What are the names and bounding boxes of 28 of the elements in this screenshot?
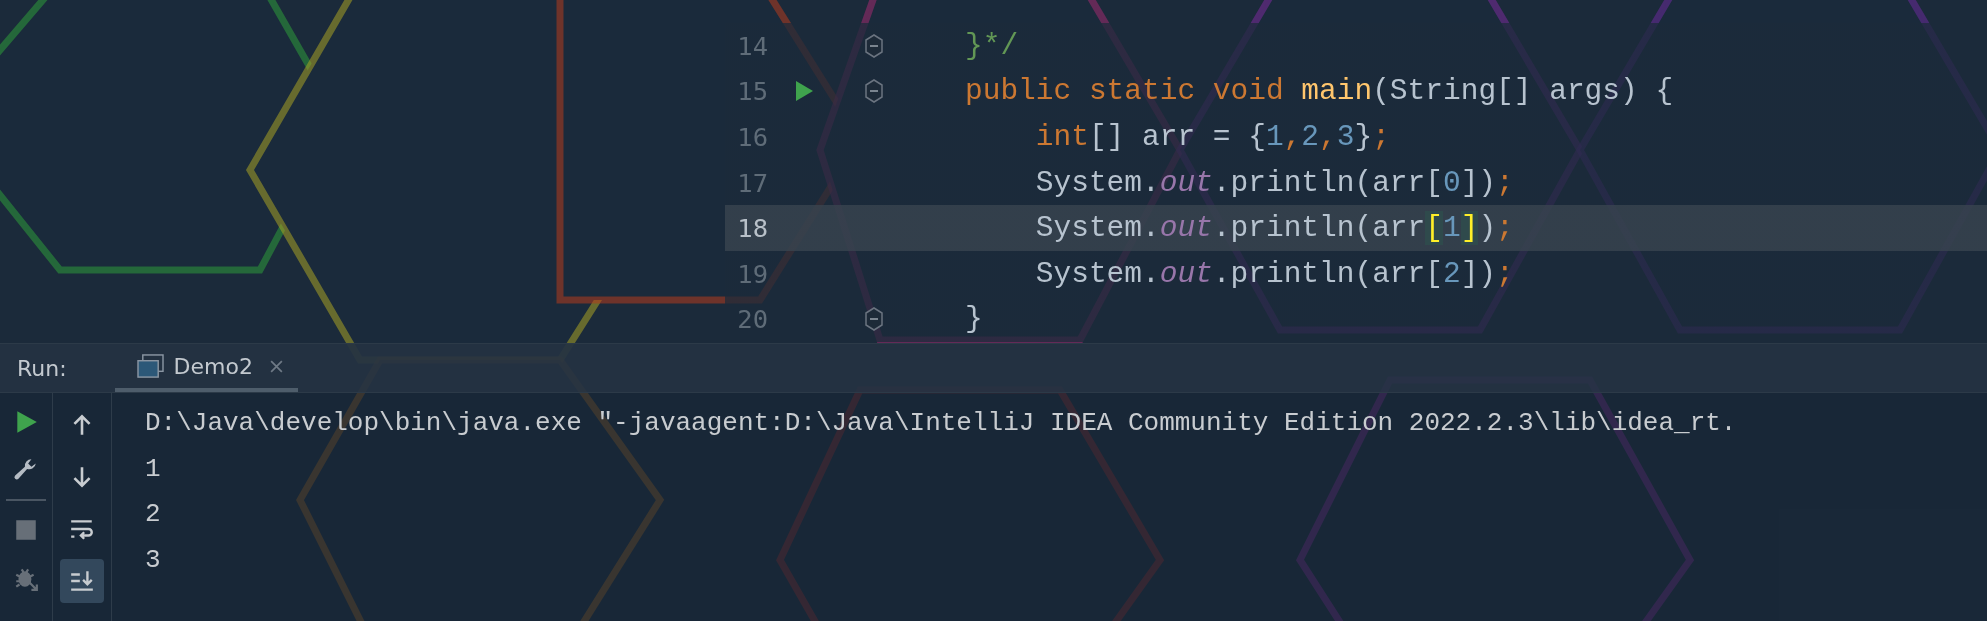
fold-marker-icon[interactable] bbox=[864, 307, 884, 332]
line-number: 15 bbox=[737, 76, 768, 107]
code-line: System.out.println(arr[0]); bbox=[1034, 165, 1515, 200]
line-number: 16 bbox=[737, 122, 768, 152]
run-label: Run: bbox=[17, 355, 67, 381]
line-number: 19 bbox=[737, 258, 768, 289]
fold-marker-icon[interactable] bbox=[864, 79, 884, 104]
line-number: 20 bbox=[737, 304, 768, 335]
close-icon[interactable] bbox=[269, 358, 284, 374]
code-line: System.out.println(arr[1]); bbox=[1034, 211, 1515, 246]
line-number: 18 bbox=[737, 213, 768, 244]
console-output-line: 3 bbox=[145, 543, 162, 577]
code-line: int[] arr = {1,2,3}; bbox=[1034, 120, 1391, 154]
scroll-to-end-icon bbox=[69, 568, 95, 594]
console-output-line: D:\Java\develop\bin\java.exe "-javaagent:D:\Java\IntelliJ IDEA Community Edition 2022.2.3\lib\idea_rt. bbox=[145, 407, 1737, 440]
console-output-line: 1 bbox=[145, 452, 162, 486]
code-line: public static void main(String[] args) { bbox=[965, 74, 1675, 109]
console-output-line: 2 bbox=[145, 498, 162, 531]
line-number: 17 bbox=[737, 167, 768, 198]
line-number: 14 bbox=[737, 30, 768, 61]
run-icon[interactable] bbox=[794, 80, 814, 103]
code-line: System.out.println(arr[2]); bbox=[1034, 256, 1515, 291]
fold-marker-icon[interactable] bbox=[864, 33, 884, 58]
code-line: }*/ bbox=[965, 28, 1020, 63]
code-line: } bbox=[965, 302, 984, 337]
run-tab[interactable]: Demo2 bbox=[114, 344, 298, 392]
console-window-icon bbox=[136, 353, 164, 379]
scroll-to-end-button[interactable] bbox=[60, 559, 104, 603]
